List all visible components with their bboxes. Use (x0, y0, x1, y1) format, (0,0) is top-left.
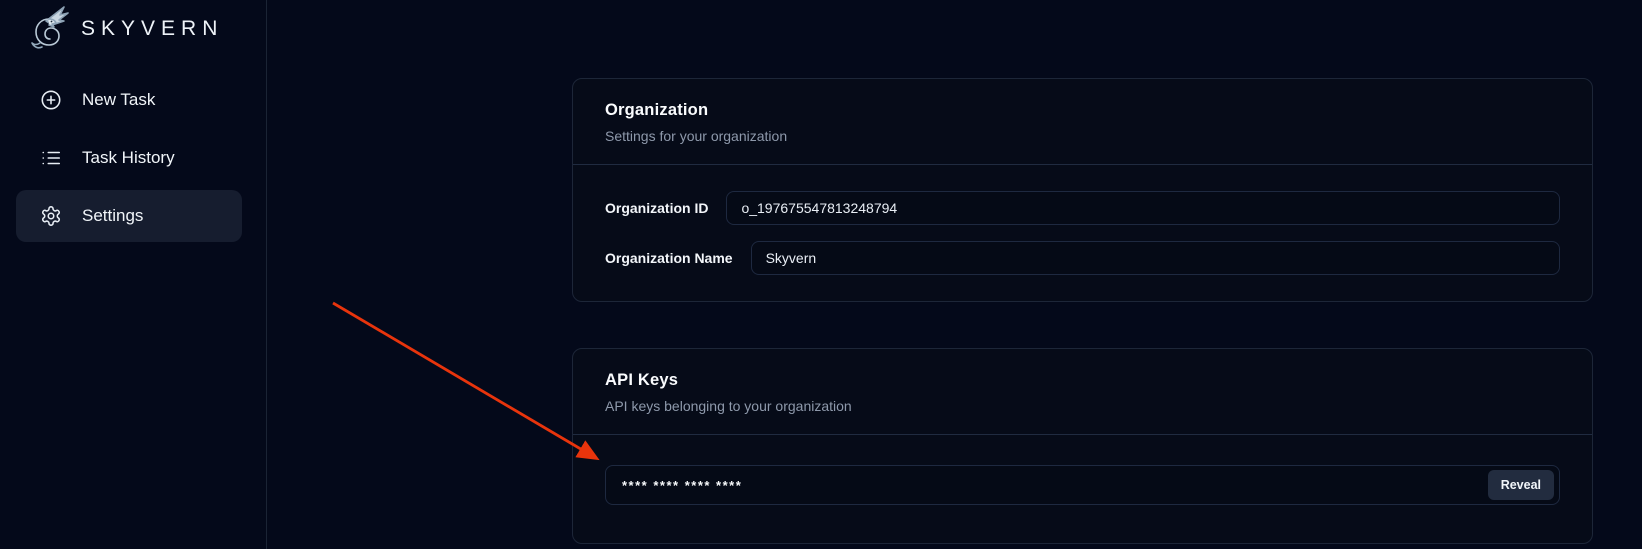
organization-card: Organization Settings for your organizat… (572, 78, 1593, 302)
skyvern-dragon-logo-icon (26, 5, 72, 53)
api-keys-card-title: API Keys (605, 371, 1560, 390)
brand-name: SKYVERN (81, 17, 223, 41)
organization-card-header: Organization Settings for your organizat… (573, 79, 1592, 164)
plus-circle-icon (40, 89, 62, 111)
organization-name-input[interactable] (751, 241, 1560, 275)
sidebar-item-settings[interactable]: Settings (16, 190, 242, 242)
organization-id-label: Organization ID (605, 200, 708, 216)
api-key-masked-value: **** **** **** **** (622, 478, 742, 493)
sidebar-item-new-task[interactable]: New Task (16, 74, 242, 126)
organization-card-subtitle: Settings for your organization (605, 128, 1560, 144)
api-key-field[interactable]: **** **** **** **** Reveal (605, 465, 1560, 505)
api-keys-card-body: **** **** **** **** Reveal (573, 435, 1592, 543)
sidebar-nav: New Task Task History Settings (16, 74, 242, 248)
api-keys-card: API Keys API keys belonging to your orga… (572, 348, 1593, 544)
sidebar: SKYVERN New Task Task History (0, 0, 267, 549)
organization-name-row: Organization Name (605, 241, 1560, 275)
reveal-button[interactable]: Reveal (1488, 470, 1554, 500)
organization-id-input[interactable] (726, 191, 1560, 225)
brand-logo[interactable]: SKYVERN (26, 2, 223, 56)
organization-id-row: Organization ID (605, 191, 1560, 225)
sidebar-item-label: New Task (82, 90, 155, 110)
organization-card-title: Organization (605, 101, 1560, 120)
gear-icon (40, 205, 62, 227)
api-keys-card-header: API Keys API keys belonging to your orga… (573, 349, 1592, 434)
sidebar-item-label: Settings (82, 206, 143, 226)
organization-name-label: Organization Name (605, 250, 733, 266)
api-keys-card-subtitle: API keys belonging to your organization (605, 398, 1560, 414)
sidebar-item-label: Task History (82, 148, 175, 168)
sidebar-item-task-history[interactable]: Task History (16, 132, 242, 184)
organization-card-body: Organization ID Organization Name (573, 165, 1592, 301)
list-icon (40, 147, 62, 169)
